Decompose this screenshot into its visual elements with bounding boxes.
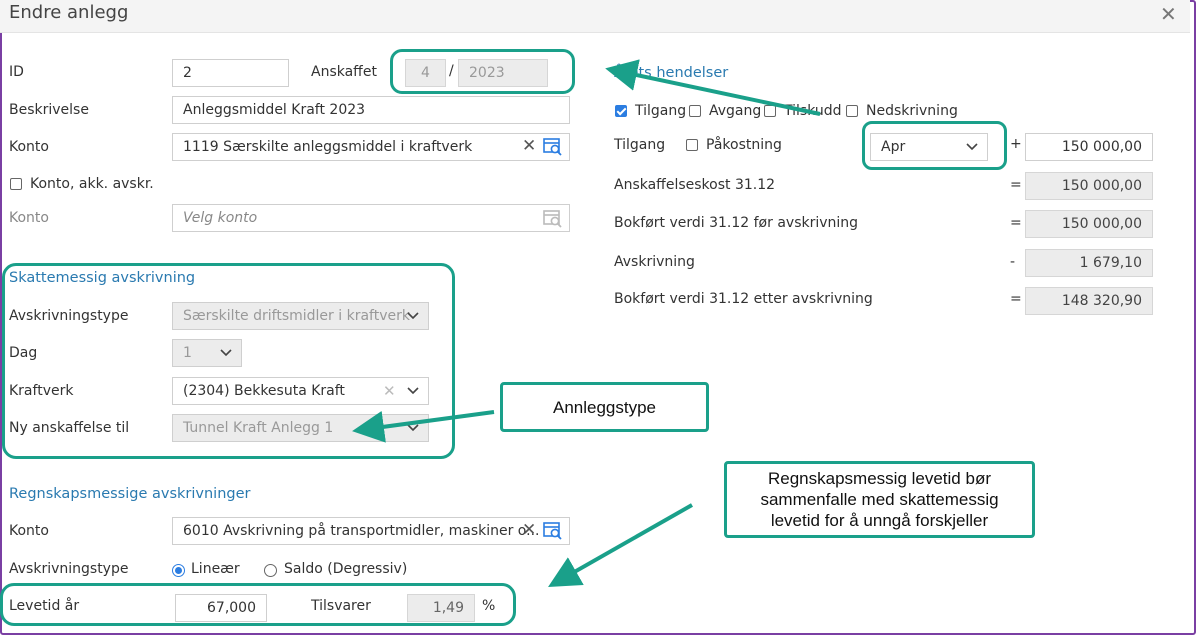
beskrivelse-field[interactable]: Anleggsmiddel Kraft 2023 <box>172 96 570 124</box>
konto2-field: Velg konto <box>172 204 570 232</box>
anskaffet-year-field: 2023 <box>458 59 548 87</box>
lookup-icon[interactable] <box>543 137 563 157</box>
row-op: = <box>1010 177 1022 193</box>
month-value: Apr <box>881 139 906 155</box>
dag-select: 1 <box>172 339 242 367</box>
close-icon[interactable]: ✕ <box>1160 2 1177 26</box>
chevron-down-icon <box>213 340 239 366</box>
row-label: Bokført verdi 31.12 før avskrivning <box>614 215 859 231</box>
radio-lineaer-label: Lineær <box>191 561 240 577</box>
chevron-down-icon <box>400 415 426 441</box>
skatt-heading: Skattemessig avskrivning <box>9 270 196 286</box>
row-label: Anskaffelseskost 31.12 <box>614 177 776 193</box>
avgang-check-label: Avgang <box>709 103 762 119</box>
dialog-title: Endre anlegg <box>9 2 129 23</box>
tilgang-amount-field[interactable]: 150 000,00 <box>1025 133 1153 161</box>
tilgang-op: + <box>1010 136 1022 152</box>
row-label: Bokført verdi 31.12 etter avskrivning <box>614 291 873 307</box>
avgang-checkbox[interactable] <box>689 105 701 117</box>
tilgang-label: Tilgang <box>614 137 666 153</box>
chevron-down-icon[interactable] <box>400 378 426 404</box>
ny-anskaffelse-label: Ny anskaffelse til <box>9 420 130 436</box>
kraftverk-value: (2304) Bekkesuta Kraft <box>183 383 345 399</box>
id-label: ID <box>9 64 24 80</box>
chevron-down-icon <box>400 303 426 329</box>
ny-anskaffelse-select: Tunnel Kraft Anlegg 1 <box>172 414 429 442</box>
callout-levetid-line3: levetid for å unngå forskjeller <box>770 511 989 530</box>
levetid-field[interactable]: 67,000 <box>175 594 267 622</box>
regnskap-heading: Regnskapsmessige avskrivninger <box>9 486 251 502</box>
anskaffet-month-field: 4 <box>405 59 446 87</box>
radio-saldo[interactable] <box>264 564 277 577</box>
konto-label: Konto <box>9 139 49 155</box>
row-value: 148 320,90 <box>1025 287 1153 315</box>
dag-value: 1 <box>183 345 192 361</box>
id-field[interactable]: 2 <box>172 59 289 87</box>
chevron-down-icon[interactable] <box>959 134 985 160</box>
tilgang-checkbox[interactable] <box>615 105 627 117</box>
clear-icon[interactable]: ✕ <box>522 136 536 156</box>
lookup-icon-disabled <box>543 210 562 228</box>
nedskrivning-check-label: Nedskrivning <box>866 103 958 119</box>
row-value: 150 000,00 <box>1025 172 1153 200</box>
dialog-titlebar: Endre anlegg ✕ <box>0 0 1190 33</box>
radio-saldo-label: Saldo (Degressiv) <box>284 561 408 577</box>
callout-annleggstype-text: Annleggstype <box>552 397 657 417</box>
row-op: = <box>1010 215 1022 231</box>
anskaffet-separator: / <box>449 63 454 79</box>
callout-levetid-line2: sammenfalle med skattemessig <box>760 490 999 509</box>
kraftverk-label: Kraftverk <box>9 383 74 399</box>
pakostning-checkbox[interactable] <box>686 139 698 151</box>
percent-label: % <box>482 598 496 614</box>
tilgang-check-label: Tilgang <box>635 103 687 119</box>
pakostning-label: Påkostning <box>706 137 782 153</box>
ny-anskaffelse-value: Tunnel Kraft Anlegg 1 <box>183 420 334 436</box>
regnskap-konto-value: 6010 Avskrivning på transportmidler, mas… <box>183 523 540 539</box>
konto-akk-checkbox[interactable] <box>10 178 22 190</box>
aarets-hendelser-heading: Årets hendelser <box>614 65 729 81</box>
clear-icon[interactable]: ✕ <box>383 378 396 404</box>
beskrivelse-label: Beskrivelse <box>9 102 89 118</box>
month-select[interactable]: Apr <box>870 133 988 161</box>
konto-value: 1119 Særskilte anleggsmiddel i kraftverk <box>183 139 473 155</box>
nedskrivning-checkbox[interactable] <box>846 105 858 117</box>
regnskap-type-label: Avskrivningstype <box>9 561 129 577</box>
callout-levetid-line1: Regnskapsmessig levetid bør <box>768 469 991 488</box>
konto-akk-label: Konto, akk. avskr. <box>30 176 154 192</box>
row-value: 150 000,00 <box>1025 210 1153 238</box>
skatt-type-value: Særskilte driftsmidler i kraftverk <box>183 308 410 324</box>
konto2-label: Konto <box>9 210 49 226</box>
regnskap-konto-label: Konto <box>9 523 49 539</box>
levetid-label: Levetid år <box>9 598 80 614</box>
tilsvarer-label: Tilsvarer <box>311 598 371 614</box>
row-op: = <box>1010 291 1022 307</box>
kraftverk-select[interactable]: (2304) Bekkesuta Kraft ✕ <box>172 377 429 405</box>
lookup-icon[interactable] <box>543 521 563 541</box>
tilsvarer-field: 1,49 <box>407 594 475 622</box>
anskaffet-label: Anskaffet <box>311 64 377 80</box>
skatt-type-select: Særskilte driftsmidler i kraftverk <box>172 302 429 330</box>
row-op: - <box>1010 254 1016 270</box>
dag-label: Dag <box>9 345 38 361</box>
regnskap-konto-field[interactable]: 6010 Avskrivning på transportmidler, mas… <box>172 517 570 545</box>
radio-lineaer[interactable] <box>172 564 185 577</box>
row-value: 1 679,10 <box>1025 249 1153 277</box>
tilskudd-checkbox[interactable] <box>764 105 776 117</box>
row-label: Avskrivning <box>614 254 695 270</box>
clear-icon[interactable]: ✕ <box>522 520 536 540</box>
skatt-type-label: Avskrivningstype <box>9 308 129 324</box>
konto-field[interactable]: 1119 Særskilte anleggsmiddel i kraftverk <box>172 133 570 161</box>
tilskudd-check-label: Tilskudd <box>784 103 842 119</box>
callout-annleggstype: Annleggstype <box>500 382 709 432</box>
callout-levetid: Regnskapsmessig levetid bør sammenfalle … <box>724 461 1035 538</box>
